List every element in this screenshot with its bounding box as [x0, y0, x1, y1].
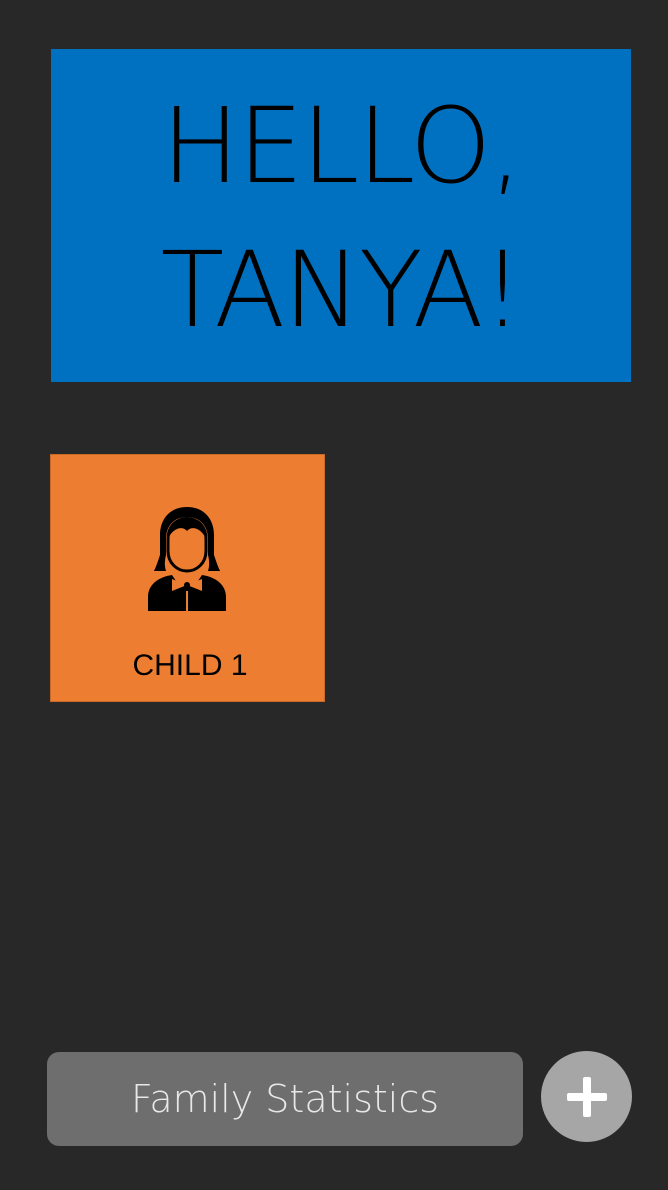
- plus-icon: [566, 1076, 607, 1117]
- greeting-text: HELLO, TANYA!: [160, 84, 524, 351]
- family-statistics-button[interactable]: Family Statistics: [47, 1052, 523, 1146]
- girl-avatar-icon: [148, 507, 226, 611]
- add-child-button[interactable]: [541, 1051, 632, 1142]
- child-label: CHILD 1: [132, 649, 248, 682]
- greeting-banner: HELLO, TANYA!: [51, 49, 631, 382]
